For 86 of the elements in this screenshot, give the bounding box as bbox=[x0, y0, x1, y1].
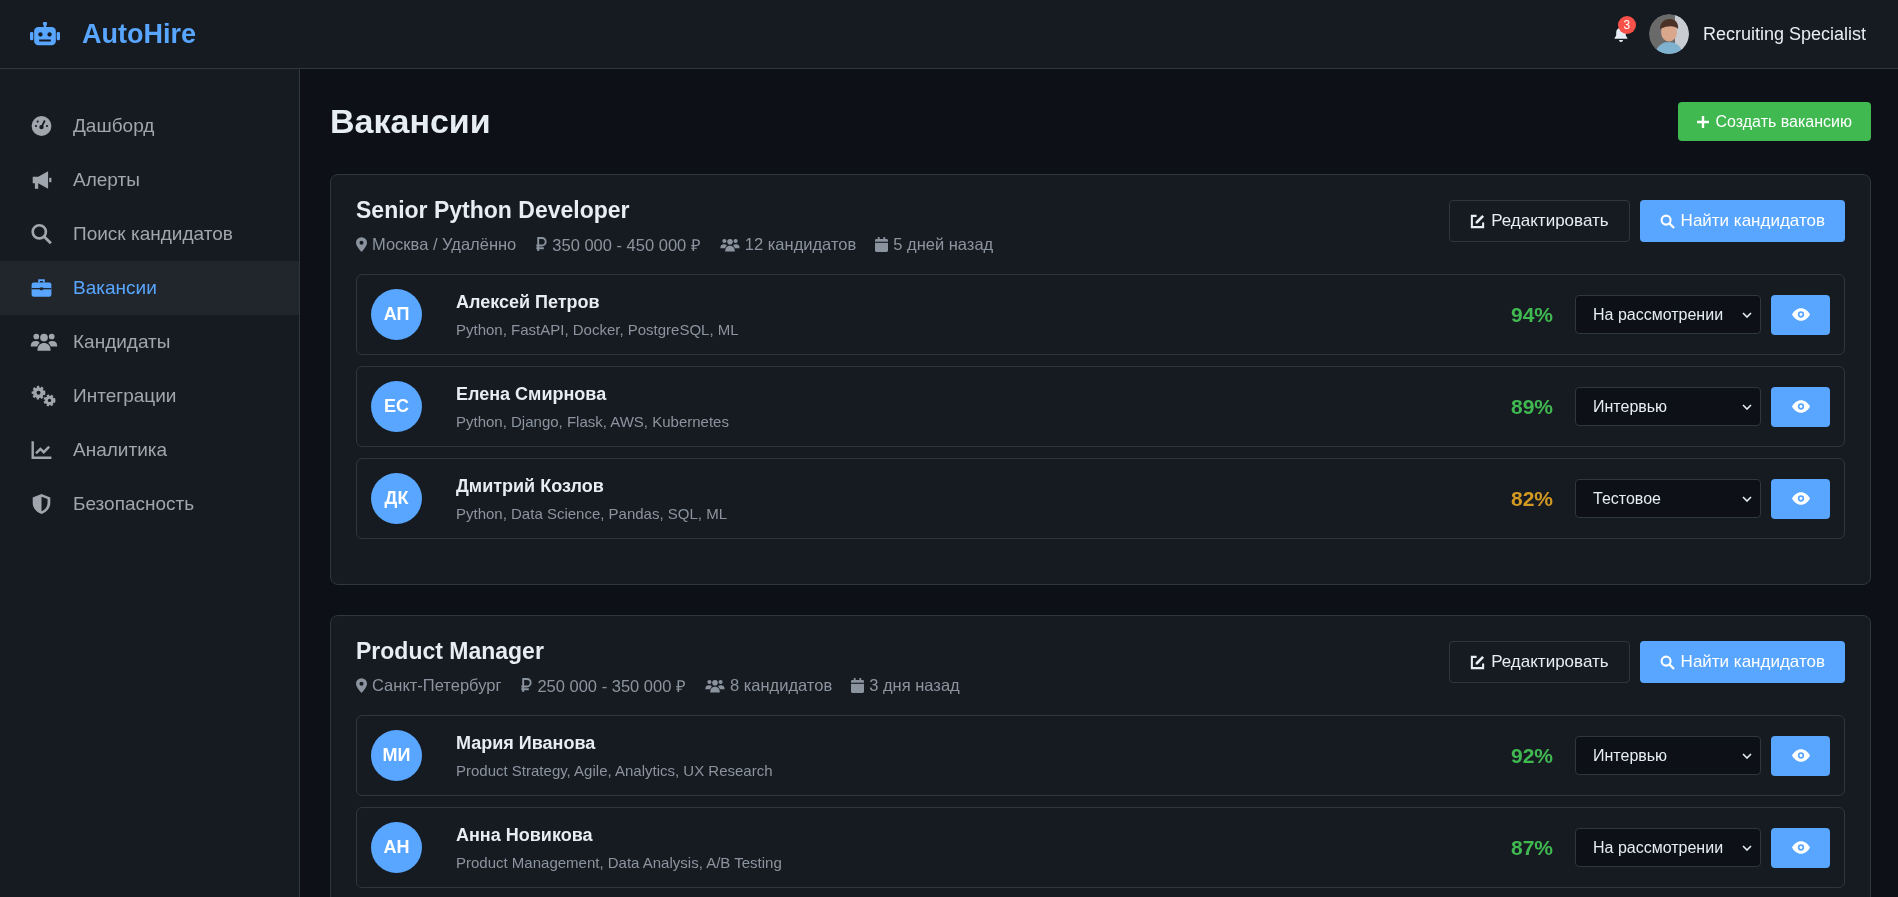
job-title: Product Manager bbox=[356, 638, 545, 665]
users-icon bbox=[30, 331, 58, 353]
shield-icon bbox=[30, 493, 53, 515]
initials-avatar: МИ bbox=[371, 730, 422, 781]
briefcase-icon bbox=[30, 277, 53, 299]
eye-icon bbox=[1791, 400, 1810, 413]
chevron-down-icon bbox=[1742, 495, 1752, 502]
candidate-skills: Python, Data Science, Pandas, SQL, ML bbox=[456, 504, 728, 522]
eye-icon bbox=[1791, 492, 1810, 505]
posted-date: 5 дней назад bbox=[893, 235, 994, 254]
page-title: Вакансии bbox=[330, 102, 491, 141]
eye-icon bbox=[1791, 841, 1810, 854]
job-salary: 350 000 - 450 000 ₽ bbox=[552, 235, 701, 256]
view-button[interactable] bbox=[1771, 827, 1830, 868]
status-dropdown[interactable]: Тестовое bbox=[1575, 479, 1761, 518]
initials-avatar: ЕС bbox=[371, 381, 422, 432]
sidebar-item[interactable]: Интеграции bbox=[0, 369, 299, 423]
job-location: Москва / Удалённо bbox=[372, 235, 517, 254]
job-location: Санкт-Петербург bbox=[372, 676, 502, 695]
match-score: 92% bbox=[1510, 743, 1553, 768]
candidate-name: Елена Смирнова bbox=[456, 383, 608, 405]
candidate-name: Алексей Петров bbox=[456, 291, 601, 313]
sidebar-item[interactable]: Вакансии bbox=[0, 261, 299, 315]
ruble-icon bbox=[535, 237, 548, 252]
sidebar-item[interactable]: Безопасность bbox=[0, 477, 299, 531]
calendar-icon bbox=[851, 678, 865, 693]
edit-button[interactable]: Редактировать bbox=[1449, 641, 1630, 683]
candidate-skills: Product Strategy, Agile, Analytics, UX Research bbox=[456, 761, 774, 779]
gauge-icon bbox=[30, 115, 53, 137]
candidate-name: Мария Иванова bbox=[456, 732, 597, 754]
search-icon bbox=[1659, 654, 1675, 670]
job-title: Senior Python Developer bbox=[356, 197, 631, 224]
view-button[interactable] bbox=[1771, 735, 1830, 776]
candidate-skills: Python, Django, Flask, AWS, Kubernetes bbox=[456, 412, 730, 430]
notification-badge: 3 bbox=[1617, 16, 1636, 34]
chevron-down-icon bbox=[1742, 844, 1752, 851]
edit-button[interactable]: Редактировать bbox=[1449, 200, 1630, 242]
candidate-name: Анна Новикова bbox=[456, 824, 594, 846]
ruble-icon bbox=[520, 678, 533, 693]
user-role[interactable]: Recruiting Specialist bbox=[1702, 23, 1866, 45]
users-icon bbox=[704, 677, 725, 694]
status-dropdown[interactable]: Интервью bbox=[1575, 387, 1761, 426]
users-icon bbox=[719, 236, 740, 253]
match-score: 82% bbox=[1510, 486, 1553, 511]
calendar-icon bbox=[875, 237, 889, 252]
sidebar-item[interactable]: Дашборд bbox=[0, 99, 299, 153]
view-button[interactable] bbox=[1771, 478, 1830, 519]
sidebar-item[interactable]: Алерты bbox=[0, 153, 299, 207]
edit-icon bbox=[1470, 213, 1486, 229]
eye-icon bbox=[1791, 749, 1810, 762]
app-name: AutoHire bbox=[82, 18, 196, 50]
view-button[interactable] bbox=[1771, 386, 1830, 427]
view-button[interactable] bbox=[1771, 294, 1830, 335]
posted-date: 3 дня назад bbox=[869, 676, 960, 695]
gears-icon bbox=[30, 385, 58, 407]
plus-icon bbox=[1696, 115, 1709, 128]
candidate-skills: Product Management, Data Analysis, A/B Testing bbox=[456, 853, 783, 871]
status-dropdown[interactable]: На рассмотрении bbox=[1575, 828, 1761, 867]
search-icon bbox=[30, 223, 53, 245]
sidebar-item[interactable]: Поиск кандидатов bbox=[0, 207, 299, 261]
robot-icon bbox=[30, 21, 60, 47]
megaphone-icon bbox=[30, 169, 53, 191]
initials-avatar: АН bbox=[371, 822, 422, 873]
location-pin-icon bbox=[356, 237, 367, 252]
match-score: 89% bbox=[1510, 394, 1553, 419]
edit-icon bbox=[1470, 654, 1486, 670]
status-dropdown[interactable]: На рассмотрении bbox=[1575, 295, 1761, 334]
candidate-name: Дмитрий Козлов bbox=[456, 475, 605, 497]
status-dropdown[interactable]: Интервью bbox=[1575, 736, 1761, 775]
candidate-count: 8 кандидатов bbox=[729, 676, 833, 695]
initials-avatar: ДК bbox=[371, 473, 422, 524]
line-chart-icon bbox=[30, 439, 53, 461]
eye-icon bbox=[1791, 308, 1810, 321]
match-score: 94% bbox=[1510, 302, 1553, 327]
search-icon bbox=[1659, 213, 1675, 229]
chevron-down-icon bbox=[1742, 403, 1752, 410]
job-salary: 250 000 - 350 000 ₽ bbox=[537, 676, 686, 697]
candidate-count: 12 кандидатов bbox=[744, 235, 857, 254]
candidate-skills: Python, FastAPI, Docker, PostgreSQL, ML bbox=[456, 320, 740, 338]
initials-avatar: АП bbox=[371, 289, 422, 340]
chevron-down-icon bbox=[1742, 311, 1752, 318]
sidebar-item[interactable]: Аналитика bbox=[0, 423, 299, 477]
chevron-down-icon bbox=[1742, 752, 1752, 759]
location-pin-icon bbox=[356, 678, 367, 693]
sidebar-item[interactable]: Кандидаты bbox=[0, 315, 299, 369]
match-score: 87% bbox=[1510, 835, 1553, 860]
